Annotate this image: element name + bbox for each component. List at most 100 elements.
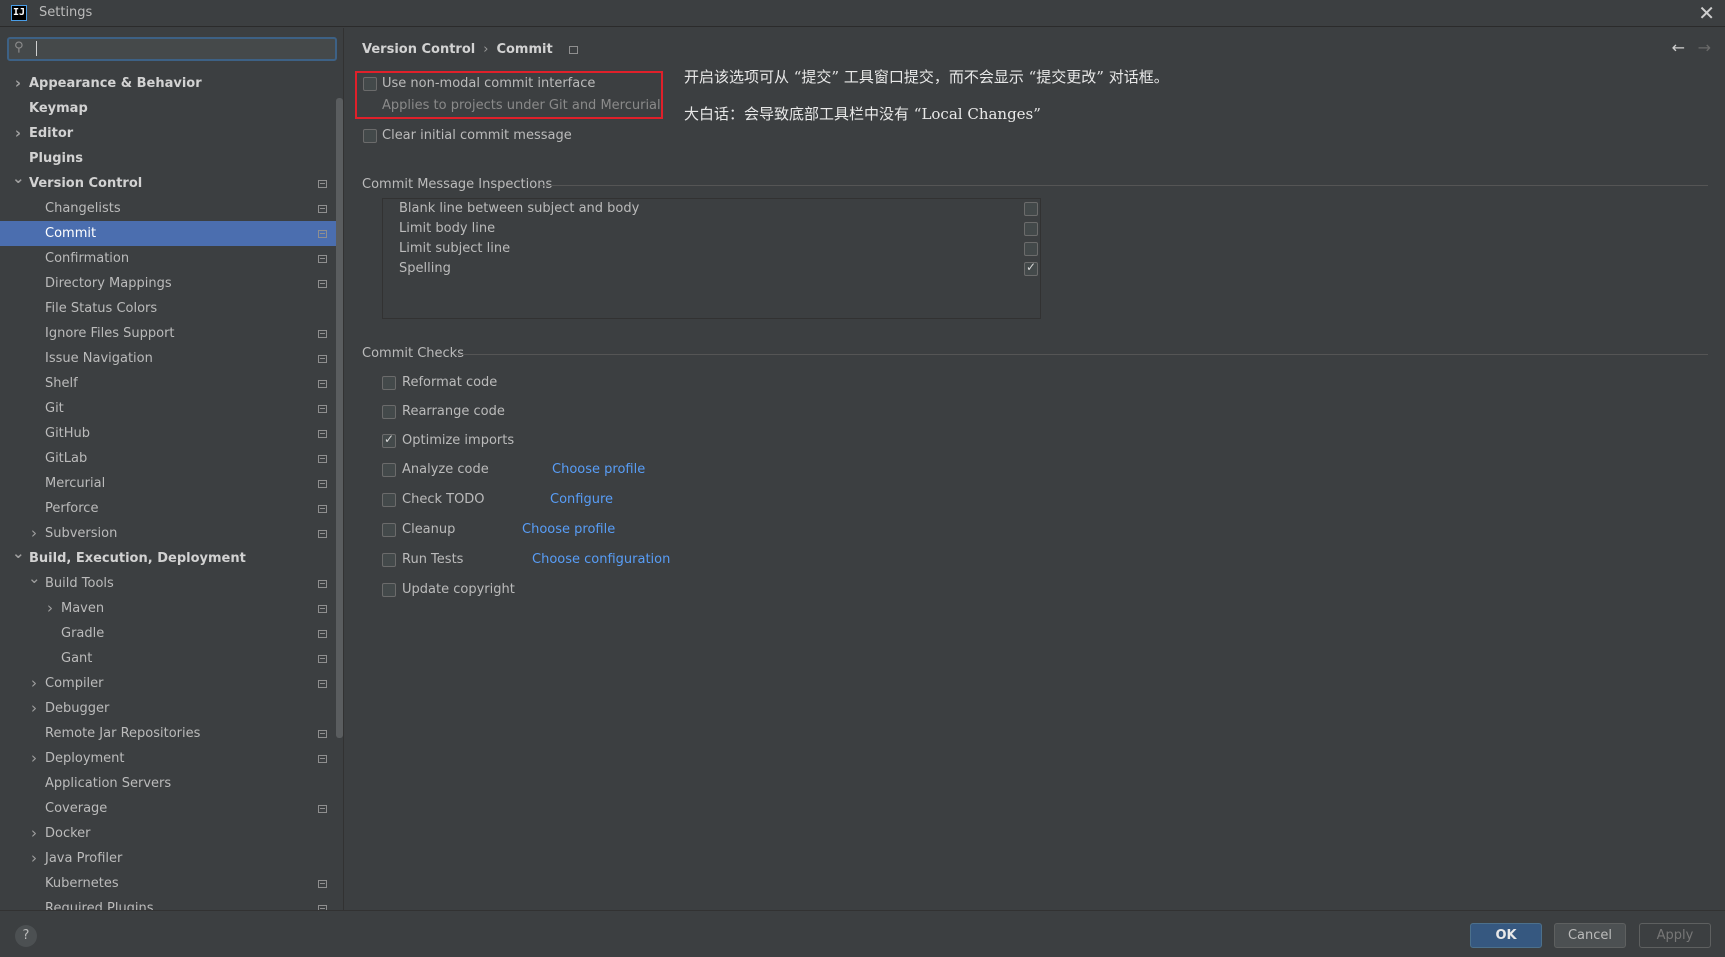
forward-arrow-icon[interactable]: → <box>1698 38 1711 57</box>
commit-check-checkbox[interactable] <box>382 493 396 507</box>
inspection-checkbox[interactable] <box>1024 242 1038 256</box>
commit-check-checkbox[interactable] <box>382 432 396 448</box>
project-scope-icon <box>318 480 327 488</box>
sidebar-item-label: Confirmation <box>45 251 130 266</box>
sidebar-item-appearance-behavior[interactable]: › Appearance & Behavior <box>0 71 343 96</box>
commit-check-label[interactable]: Rearrange code <box>402 404 505 419</box>
ok-button[interactable]: OK <box>1470 923 1542 948</box>
chevron-right-icon[interactable]: › <box>28 846 40 871</box>
sidebar-item-deployment[interactable]: › Deployment <box>0 746 343 771</box>
inspection-checkbox[interactable] <box>1024 202 1038 216</box>
commit-check-checkbox[interactable] <box>382 405 396 419</box>
checks-divider <box>456 354 1708 355</box>
chevron-right-icon[interactable]: › <box>28 696 40 721</box>
sidebar-item-plugins[interactable]: Plugins <box>0 146 343 171</box>
chevron-right-icon[interactable]: › <box>28 821 40 846</box>
sidebar-item-issue-navigation[interactable]: Issue Navigation <box>0 346 343 371</box>
sidebar-item-confirmation[interactable]: Confirmation <box>0 246 343 271</box>
project-scope-icon <box>318 505 327 513</box>
sidebar-item-keymap[interactable]: Keymap <box>0 96 343 121</box>
apply-button[interactable]: Apply <box>1639 923 1711 948</box>
sidebar-item-build-tools[interactable]: ⌄ Build Tools <box>0 569 343 596</box>
sidebar-item-remote-jar-repositories[interactable]: Remote Jar Repositories <box>0 721 343 746</box>
chevron-right-icon[interactable]: › <box>28 521 40 546</box>
chevron-right-icon[interactable]: › <box>44 596 56 621</box>
sidebar-item-git[interactable]: Git <box>0 396 343 421</box>
sidebar-item-editor[interactable]: › Editor <box>0 121 343 146</box>
sidebar-item-subversion[interactable]: › Subversion <box>0 521 343 546</box>
sidebar-item-version-control[interactable]: ⌄ Version Control <box>0 169 343 196</box>
commit-check-checkbox[interactable] <box>382 376 396 390</box>
sidebar-item-label: File Status Colors <box>45 301 158 316</box>
non-modal-commit-label[interactable]: Use non-modal commit interface <box>382 76 595 91</box>
sidebar-item-commit[interactable]: Commit <box>0 221 343 246</box>
sidebar-item-github[interactable]: GitHub <box>0 421 343 446</box>
sidebar-item-maven[interactable]: › Maven <box>0 596 343 621</box>
sidebar-item-build-execution-deployment[interactable]: ⌄ Build, Execution, Deployment <box>0 544 343 571</box>
chevron-right-icon[interactable]: › <box>28 671 40 696</box>
commit-check-label[interactable]: Run Tests <box>402 552 463 567</box>
sidebar-item-java-profiler[interactable]: › Java Profiler <box>0 846 343 871</box>
sidebar-item-gradle[interactable]: Gradle <box>0 621 343 646</box>
project-scope-icon <box>318 205 327 213</box>
commit-check-label[interactable]: Analyze code <box>402 462 489 477</box>
text-caret <box>36 41 37 56</box>
commit-check-link[interactable]: Configure <box>550 492 613 507</box>
sidebar-item-coverage[interactable]: Coverage <box>0 796 343 821</box>
commit-check-label[interactable]: Optimize imports <box>402 433 514 448</box>
chevron-down-icon[interactable]: ⌄ <box>12 166 25 191</box>
annotation-line-1: 开启该选项可从 “提交” 工具窗口提交，而不会显示 “提交更改” 对话框。 <box>684 68 1169 86</box>
sidebar-item-docker[interactable]: › Docker <box>0 821 343 846</box>
back-arrow-icon[interactable]: ← <box>1672 38 1685 57</box>
sidebar-item-kubernetes[interactable]: Kubernetes <box>0 871 343 896</box>
sidebar-item-mercurial[interactable]: Mercurial <box>0 471 343 496</box>
inspection-checkbox[interactable] <box>1024 222 1038 236</box>
settings-search-input[interactable]: ⚲ <box>7 37 337 61</box>
clear-initial-message-checkbox[interactable] <box>363 129 377 143</box>
sidebar-item-gant[interactable]: Gant <box>0 646 343 671</box>
sidebar-item-shelf[interactable]: Shelf <box>0 371 343 396</box>
checks-section-title: Commit Checks <box>362 346 464 361</box>
sidebar-item-debugger[interactable]: › Debugger <box>0 696 343 721</box>
clear-initial-message-label[interactable]: Clear initial commit message <box>382 128 572 143</box>
commit-check-label[interactable]: Update copyright <box>402 582 515 597</box>
commit-check-link[interactable]: Choose profile <box>522 522 615 537</box>
sidebar-item-ignore-files-support[interactable]: Ignore Files Support <box>0 321 343 346</box>
chevron-right-icon[interactable]: › <box>12 121 24 146</box>
sidebar-scrollbar[interactable] <box>336 98 343 738</box>
settings-tree: › Appearance & Behavior Keymap › Editor Plugi… <box>0 71 343 910</box>
commit-check-checkbox[interactable] <box>382 553 396 567</box>
sidebar-item-required-plugins[interactable]: Required Plugins <box>0 896 343 910</box>
project-scope-icon <box>318 455 327 463</box>
commit-check-label[interactable]: Reformat code <box>402 375 497 390</box>
commit-check-label[interactable]: Cleanup <box>402 522 455 537</box>
commit-check-checkbox[interactable] <box>382 523 396 537</box>
chevron-right-icon[interactable]: › <box>12 71 24 96</box>
chevron-down-icon[interactable]: ⌄ <box>12 541 25 566</box>
sidebar-item-changelists[interactable]: Changelists <box>0 196 343 221</box>
chevron-right-icon[interactable]: › <box>28 746 40 771</box>
close-icon[interactable]: ✕ <box>1698 1 1715 25</box>
sidebar-item-perforce[interactable]: Perforce <box>0 496 343 521</box>
sidebar-item-file-status-colors[interactable]: File Status Colors <box>0 296 343 321</box>
project-scope-icon <box>318 655 327 663</box>
non-modal-commit-checkbox[interactable] <box>363 77 377 91</box>
chevron-down-icon[interactable]: ⌄ <box>28 566 41 591</box>
sidebar-item-gitlab[interactable]: GitLab <box>0 446 343 471</box>
sidebar-item-directory-mappings[interactable]: Directory Mappings <box>0 271 343 296</box>
sidebar-item-label: GitHub <box>45 426 91 441</box>
sidebar-item-compiler[interactable]: › Compiler <box>0 671 343 696</box>
sidebar-item-label: Deployment <box>45 751 125 766</box>
commit-check-link[interactable]: Choose profile <box>552 462 645 477</box>
commit-check-checkbox[interactable] <box>382 463 396 477</box>
inspection-label: Spelling <box>399 261 451 276</box>
breadcrumb-separator: › <box>483 42 489 57</box>
commit-check-label[interactable]: Check TODO <box>402 492 485 507</box>
sidebar-item-application-servers[interactable]: Application Servers <box>0 771 343 796</box>
help-icon[interactable]: ? <box>15 925 37 947</box>
cancel-button[interactable]: Cancel <box>1554 923 1626 948</box>
inspection-checkbox[interactable] <box>1024 260 1038 276</box>
commit-check-link[interactable]: Choose configuration <box>532 552 670 567</box>
commit-check-checkbox[interactable] <box>382 583 396 597</box>
breadcrumb-parent[interactable]: Version Control <box>362 42 475 57</box>
